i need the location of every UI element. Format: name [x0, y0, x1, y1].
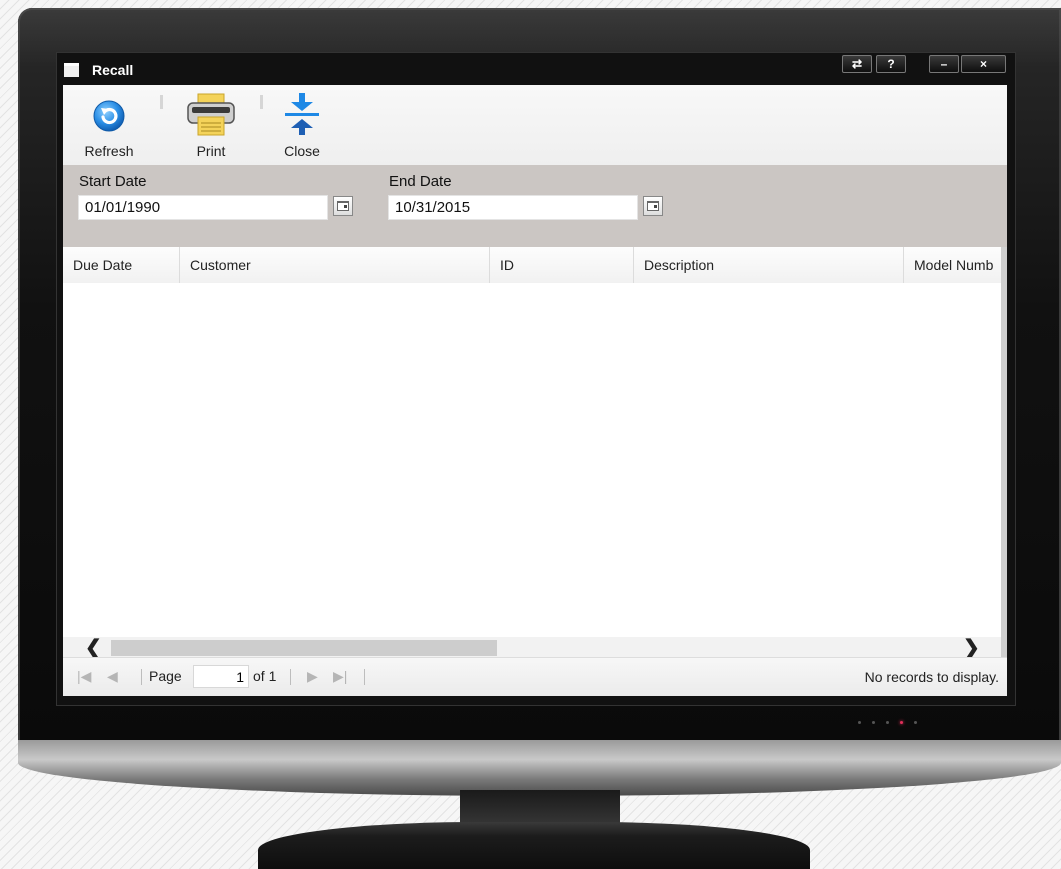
led	[914, 721, 917, 724]
end-date-calendar-icon[interactable]	[643, 196, 663, 216]
minimize-button[interactable]: –	[929, 55, 959, 73]
column-header-customer[interactable]: Customer	[180, 247, 490, 283]
last-page-icon[interactable]: ▶|	[333, 668, 347, 685]
power-led	[900, 721, 903, 724]
collapse-icon	[285, 93, 319, 135]
end-date-input[interactable]	[388, 195, 638, 220]
window-content: Refresh Print Close Start Date 01/01/199…	[63, 85, 1007, 696]
previous-page-icon[interactable]: ◀	[107, 668, 118, 685]
print-label: Print	[196, 143, 226, 159]
help-button[interactable]: ?	[876, 55, 906, 73]
page-count-label: of 1	[253, 668, 277, 684]
monitor-chin	[18, 740, 1061, 796]
records-status: No records to display.	[864, 669, 999, 685]
recall-window: Recall ⇄ ? – × Refresh Print Close Start…	[56, 52, 1016, 706]
start-date-input[interactable]	[78, 195, 328, 220]
column-header-model-number[interactable]: Model Numb	[904, 247, 1001, 283]
monitor: Recall ⇄ ? – × Refresh Print Close Start…	[0, 0, 1061, 869]
print-button[interactable]: Print	[181, 89, 241, 161]
led	[858, 721, 861, 724]
grid-header: Due Date Customer ID Description Model N…	[63, 247, 1001, 284]
horizontal-scrollbar[interactable]: ❮ ❯	[63, 637, 1001, 659]
close-window-button[interactable]: ×	[961, 55, 1006, 73]
swap-button[interactable]: ⇄	[842, 55, 872, 73]
refresh-label: Refresh	[84, 143, 134, 159]
start-date-calendar-icon[interactable]	[333, 196, 353, 216]
toolbar: Refresh Print Close	[63, 85, 1007, 165]
column-header-description[interactable]: Description	[634, 247, 904, 283]
grid-body	[63, 283, 1001, 637]
start-date-label: Start Date	[79, 173, 147, 190]
column-header-id[interactable]: ID	[490, 247, 634, 283]
grid-edge	[1001, 247, 1007, 657]
refresh-icon	[93, 100, 125, 132]
window-icon	[64, 63, 79, 77]
scrollbar-thumb[interactable]	[111, 640, 497, 656]
page-label: Page	[149, 668, 182, 684]
toolbar-separator	[260, 95, 263, 109]
pager: |◀ ◀ Page of 1 ▶ ▶| No records to displa…	[63, 657, 1007, 696]
first-page-icon[interactable]: |◀	[77, 668, 91, 685]
pager-separator	[141, 669, 142, 685]
end-date-label: End Date	[389, 173, 452, 190]
close-label: Close	[284, 143, 320, 159]
printer-icon	[187, 93, 235, 136]
status-leds	[858, 721, 938, 727]
toolbar-separator	[160, 95, 163, 109]
title-bar[interactable]: Recall ⇄ ? – ×	[57, 53, 1015, 85]
monitor-base	[258, 822, 810, 869]
refresh-button[interactable]: Refresh	[79, 89, 139, 161]
page-number-input[interactable]	[193, 665, 249, 688]
pager-separator	[290, 669, 291, 685]
led	[886, 721, 889, 724]
column-header-due-date[interactable]: Due Date	[63, 247, 180, 283]
date-filter-panel: Start Date End Date	[63, 165, 1007, 247]
window-title: Recall	[92, 62, 134, 78]
close-button[interactable]: Close	[277, 89, 327, 161]
pager-separator	[364, 669, 365, 685]
led	[872, 721, 875, 724]
next-page-icon[interactable]: ▶	[307, 668, 318, 685]
